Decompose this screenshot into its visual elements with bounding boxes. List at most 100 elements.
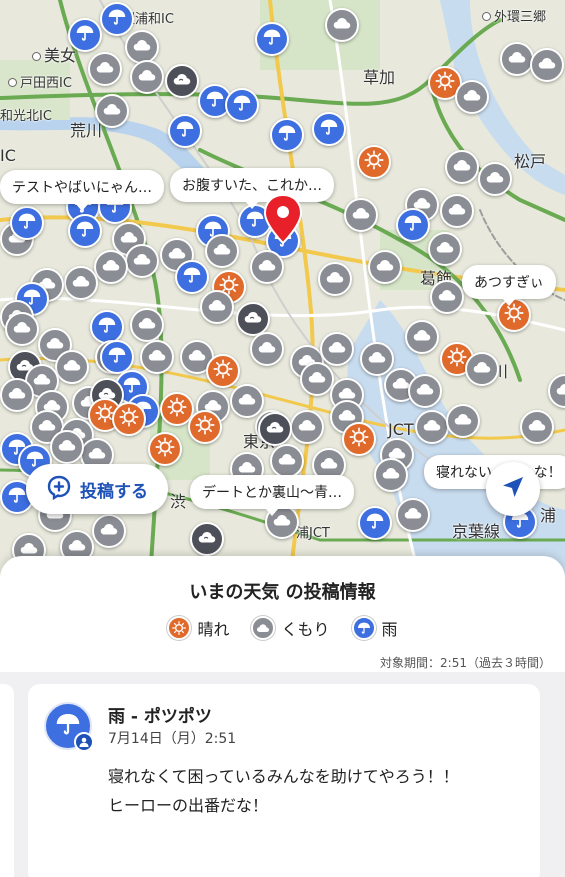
post-bubble-text: デートとか裏山〜青… [202, 485, 342, 501]
legend-item-rain: 雨 [351, 616, 398, 640]
rain-pin[interactable] [68, 214, 102, 248]
cloudy-pin[interactable] [200, 290, 234, 324]
cloudy-pin[interactable] [446, 404, 480, 438]
cloudy-pin[interactable] [325, 8, 359, 42]
cloudy-pin[interactable] [236, 302, 270, 336]
place-label-text: 京葉線 [452, 522, 501, 541]
sunny-pin[interactable] [112, 402, 146, 436]
post-card[interactable]: 雨 - ポツポツ 7月14日（月）2:51 寝れなくて困っているみんなを助けてや… [28, 684, 540, 877]
rain-pin[interactable] [10, 206, 44, 240]
cloudy-pin[interactable] [530, 48, 564, 82]
legend-item-sunny: 晴れ [167, 616, 229, 640]
cloud-icon [171, 68, 193, 94]
selected-location-pin[interactable] [263, 193, 303, 251]
cloudy-pin[interactable] [368, 250, 402, 284]
cloudy-pin[interactable] [230, 384, 264, 418]
cloudy-pin[interactable] [94, 250, 128, 284]
rain-pin[interactable] [100, 340, 134, 374]
cloudy-pin[interactable] [478, 162, 512, 196]
cloudy-pin[interactable] [125, 244, 159, 278]
cloudy-pin[interactable] [50, 430, 84, 464]
cloudy-pin[interactable] [88, 52, 122, 86]
cloud-icon [251, 616, 276, 640]
rain-pin[interactable] [90, 310, 124, 344]
rain-pin[interactable] [358, 506, 392, 540]
weather-map[interactable]: 外環三郷環浦和IC美女戸田西IC和光北IC荒川草加松戸IC葛飾戸川橋東京JCT京… [0, 0, 565, 580]
cloudy-pin[interactable] [500, 42, 534, 76]
rain-pin[interactable] [68, 18, 102, 52]
cloud-icon [451, 154, 473, 180]
cloudy-pin[interactable] [165, 64, 199, 98]
cloud-icon [131, 248, 153, 274]
legend-label: 晴れ [197, 620, 230, 639]
umbrella-icon [364, 510, 386, 536]
cloudy-pin[interactable] [190, 522, 224, 556]
cloud-icon [70, 270, 92, 296]
place-label-text: IC [0, 146, 16, 165]
rain-pin[interactable] [270, 118, 304, 152]
cloudy-pin[interactable] [430, 280, 464, 314]
cloud-icon [206, 294, 228, 320]
cloudy-pin[interactable] [405, 320, 439, 354]
sunny-pin[interactable] [188, 410, 222, 444]
rain-pin[interactable] [396, 208, 430, 242]
sunny-pin[interactable] [342, 422, 376, 456]
cloudy-pin[interactable] [125, 30, 159, 64]
post-feed[interactable]: 雨 - ポツポツ 7月14日（月）2:51 寝れなくて困っているみんなを助けてや… [0, 672, 565, 877]
cloudy-pin[interactable] [140, 340, 174, 374]
cloudy-pin[interactable] [440, 194, 474, 228]
rain-pin[interactable] [175, 260, 209, 294]
cloudy-pin[interactable] [0, 378, 34, 412]
sunny-pin[interactable] [206, 354, 240, 388]
bottom-sheet[interactable]: いまの天気 の投稿情報 晴れ くもり 雨 対象期間：2:51（過去３時間） 雨 - … [0, 556, 565, 877]
cloudy-pin[interactable] [258, 412, 292, 446]
rain-pin[interactable] [225, 88, 259, 122]
rain-pin[interactable] [100, 2, 134, 36]
sunny-pin[interactable] [357, 145, 391, 179]
cloudy-pin[interactable] [396, 498, 430, 532]
post-button[interactable]: 投稿する [26, 464, 168, 514]
cloudy-pin[interactable] [415, 410, 449, 444]
cloudy-pin[interactable] [360, 342, 394, 376]
umbrella-icon [6, 484, 28, 510]
cloud-icon [61, 354, 83, 380]
cloudy-pin[interactable] [205, 234, 239, 268]
avatar[interactable] [44, 702, 94, 752]
cloudy-pin[interactable] [250, 250, 284, 284]
current-location-button[interactable] [486, 462, 540, 516]
cloudy-pin[interactable] [374, 458, 408, 492]
cloudy-pin[interactable] [250, 332, 284, 366]
rain-pin[interactable] [255, 22, 289, 56]
cloudy-pin[interactable] [465, 352, 499, 386]
previous-post-card[interactable] [0, 684, 14, 877]
post-bubble[interactable]: お腹すいた、これか… [170, 168, 334, 209]
post-bubble[interactable]: あつすぎぃ [462, 265, 556, 306]
cloudy-pin[interactable] [455, 80, 489, 114]
cloudy-pin[interactable] [520, 410, 554, 444]
cloudy-pin[interactable] [300, 362, 334, 396]
cloudy-pin[interactable] [64, 266, 98, 300]
post-bubble[interactable]: デートとか裏山〜青… [190, 475, 354, 516]
cloudy-pin[interactable] [55, 350, 89, 384]
cloudy-pin[interactable] [428, 232, 462, 266]
cloudy-pin[interactable] [290, 410, 324, 444]
post-bubble[interactable]: テストやばいにゃん… [0, 170, 164, 211]
cloudy-pin[interactable] [320, 332, 354, 366]
cloudy-pin[interactable] [318, 262, 352, 296]
rain-pin[interactable] [312, 112, 346, 146]
rain-pin[interactable] [168, 114, 202, 148]
cloud-icon [196, 526, 218, 552]
cloudy-pin[interactable] [344, 198, 378, 232]
cloudy-pin[interactable] [95, 94, 129, 128]
weather-legend: 晴れ くもり 雨 [0, 616, 565, 640]
cloudy-pin[interactable] [445, 150, 479, 184]
umbrella-icon [204, 88, 226, 114]
cloudy-pin[interactable] [92, 514, 126, 548]
cloudy-pin[interactable] [5, 312, 39, 346]
cloudy-pin[interactable] [130, 60, 164, 94]
cloud-icon [256, 336, 278, 362]
cloudy-pin[interactable] [408, 374, 442, 408]
cloudy-pin[interactable] [270, 444, 304, 478]
sunny-pin[interactable] [148, 432, 182, 466]
cloudy-pin[interactable] [130, 308, 164, 342]
